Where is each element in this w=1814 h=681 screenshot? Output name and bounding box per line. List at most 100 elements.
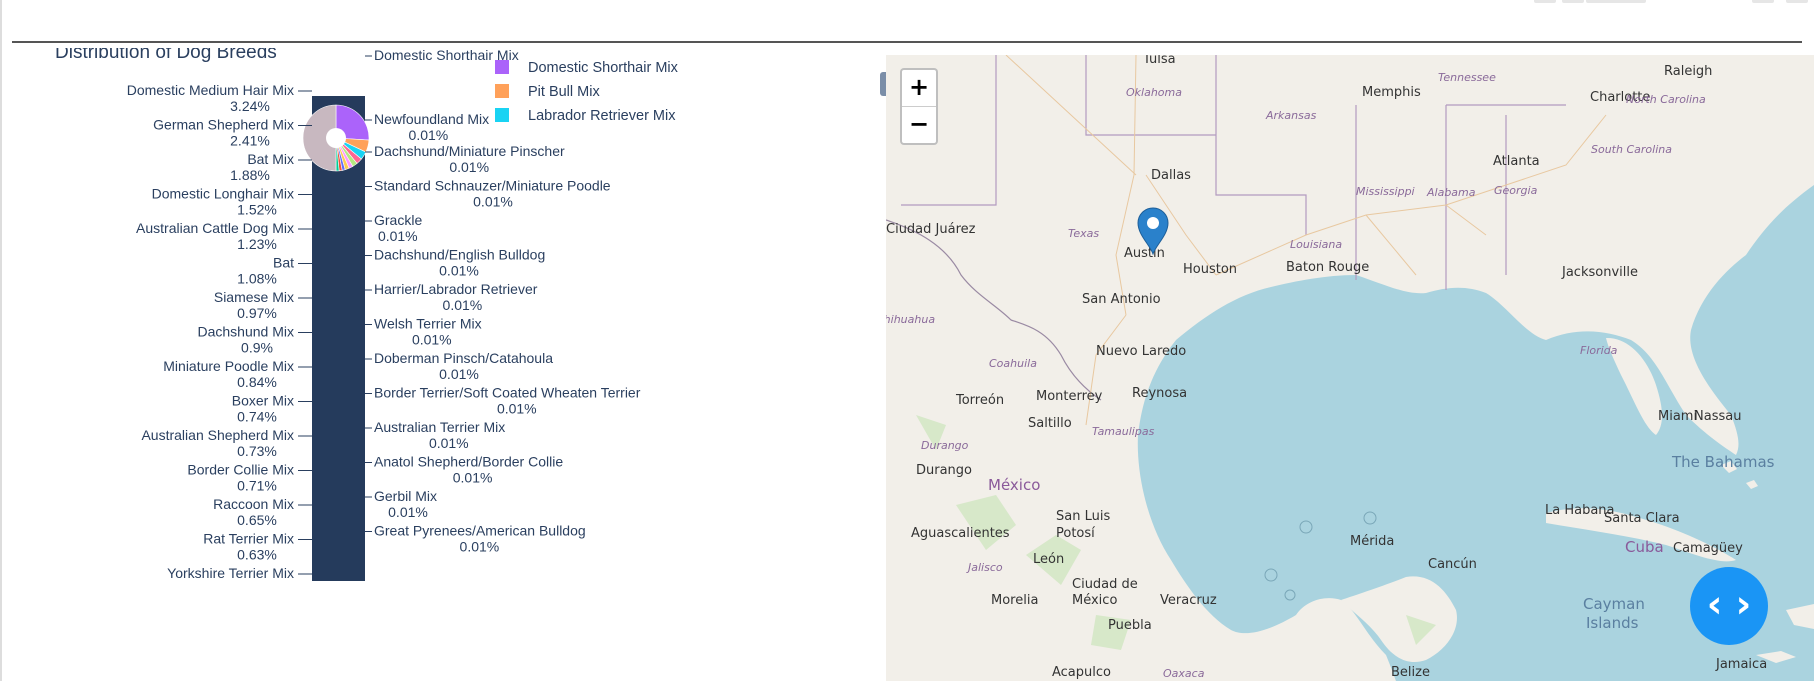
left-label-pct: 0.84% (237, 374, 277, 390)
location-marker-icon[interactable] (1136, 207, 1170, 255)
map-city-label: San Antonio (1082, 292, 1161, 307)
map-state-label: Alabama (1426, 186, 1476, 199)
left-label-name: German Shepherd Mix (153, 117, 294, 133)
map-view[interactable]: Tulsa Memphis Raleigh Charlotte Dallas Atlant… (886, 55, 1814, 681)
map-city-label: Durango (916, 463, 972, 478)
zoom-control: + − (900, 68, 938, 145)
map-city-label: Santa Clara (1604, 511, 1680, 526)
right-label-name: Dachshund/Miniature Pinscher (374, 143, 565, 159)
left-label-name: Rat Terrier Mix (203, 531, 294, 547)
top-bar (0, 0, 1814, 44)
right-label-name: Harrier/Labrador Retriever (374, 281, 538, 297)
map-state-label: Tennessee (1438, 71, 1496, 84)
right-label-pct: 0.01% (473, 194, 513, 210)
chart-title: Distribution of Dog Breeds (55, 48, 277, 63)
code-toggle-button[interactable]: ‹ › (1690, 567, 1768, 645)
pie-chart-svg: Domestic Medium Hair Mix3.24% German Shep… (127, 48, 679, 581)
left-label-name: Bat (273, 255, 294, 271)
left-label-pct: 1.52% (237, 202, 277, 218)
map-state-label: North Carolina (1626, 93, 1706, 106)
right-label-name: Gerbil Mix (374, 488, 437, 504)
map-city-label: Jacksonville (1561, 265, 1638, 280)
map-state-label: Durango (921, 439, 969, 452)
map-state-label: Arkansas (1265, 109, 1317, 122)
left-label-name: Domestic Medium Hair Mix (127, 82, 294, 98)
right-label-name: Newfoundland Mix (374, 111, 489, 127)
left-label-pct: 0.63% (237, 547, 277, 563)
legend-swatch (495, 84, 509, 98)
map-state-label: Oklahoma (1126, 86, 1182, 99)
right-label-name: Standard Schnauzer/Miniature Poodle (374, 178, 611, 194)
zoom-in-button[interactable]: + (902, 70, 936, 107)
map-city-label: Tulsa (1142, 55, 1176, 67)
right-label-pct: 0.01% (443, 297, 483, 313)
left-label-name: Domestic Longhair Mix (152, 186, 294, 202)
map-city-label: Memphis (1362, 85, 1421, 100)
right-label-name: Border Terrier/Soft Coated Wheaten Terri… (374, 385, 641, 401)
map-city-label: Baton Rouge (1286, 260, 1369, 275)
map-city-label: León (1033, 552, 1064, 567)
legend-label: Labrador Retriever Mix (528, 108, 676, 124)
map-state-label: Mississippi (1356, 185, 1415, 198)
right-label-pct: 0.01% (497, 401, 537, 417)
right-label-pct: 0.01% (388, 504, 428, 520)
left-label-pct: 1.88% (230, 167, 270, 183)
left-label-pct: 2.41% (230, 133, 270, 149)
map-city-label: Mérida (1350, 534, 1394, 549)
legend-swatch (495, 108, 509, 122)
map-state-label: Jalisco (966, 561, 1003, 574)
dog-breed-chart: Domestic Medium Hair Mix 3.24% German Shep… (2, 48, 882, 620)
map-city-label: Atlanta (1493, 154, 1540, 169)
right-label-name: Doberman Pinsch/Catahoula (374, 350, 553, 366)
map-labels: TulsaMemphisRaleighCharlotteDallasAtlant… (886, 55, 1775, 680)
zoom-out-button[interactable]: − (902, 107, 936, 143)
map-city-label: Reynosa (1132, 386, 1187, 401)
right-label-pct: 0.01% (429, 435, 469, 451)
left-label-name: Australian Shepherd Mix (141, 427, 294, 443)
map-state-label: Texas (1068, 227, 1099, 240)
map-city-label: Houston (1183, 262, 1237, 277)
map-country-label: México (988, 476, 1040, 494)
left-label-pct: 1.08% (237, 271, 277, 287)
map-city-label: Morelia (991, 593, 1038, 608)
header-divider (12, 41, 1802, 43)
map-city-label: Veracruz (1160, 593, 1217, 608)
left-label-name: Yorkshire Terrier Mix (167, 565, 294, 581)
map-city-label: San Luis (1056, 509, 1110, 524)
map-water-label: The Bahamas (1671, 453, 1775, 471)
left-label-pct: 3.24% (230, 98, 270, 114)
right-label-pct: 0.01% (439, 366, 479, 382)
legend-label: Pit Bull Mix (528, 84, 600, 100)
map-city-label: Acapulco (1052, 665, 1111, 680)
map-city-label: Nuevo Laredo (1096, 344, 1186, 359)
right-label-pct: 0.01% (453, 470, 493, 486)
map-city-label: México (1072, 593, 1117, 608)
left-label-name: Bat Mix (247, 151, 294, 167)
map-country-label: Cuba (1625, 538, 1664, 556)
map-city-label: Puebla (1108, 618, 1152, 633)
left-label-pct: 1.23% (237, 236, 277, 252)
map-city-label: Potosí (1056, 526, 1095, 541)
right-label-name: Anatol Shepherd/Border Collie (374, 454, 563, 470)
map-state-label: Tamaulipas (1092, 425, 1155, 438)
right-label-pct: 0.01% (449, 159, 489, 175)
right-label-pct: 0.01% (439, 263, 479, 279)
right-label-name: Grackle (374, 212, 422, 228)
map-city-label: Belize (1391, 665, 1430, 680)
right-label-pct: 0.01% (460, 539, 500, 555)
map-city-label: Camagüey (1673, 541, 1743, 556)
left-label-name: Raccoon Mix (213, 496, 294, 512)
map-state-label: Chihuahua (886, 313, 935, 326)
left-label-name: Border Collie Mix (187, 462, 294, 478)
map-state-label: South Carolina (1591, 143, 1672, 156)
map-water-label: Cayman (1583, 595, 1645, 613)
left-label-pct: 0.65% (237, 512, 277, 528)
map-city-label: Torreón (955, 393, 1004, 408)
map-city-label: Raleigh (1664, 64, 1712, 79)
legend-label: Domestic Shorthair Mix (528, 60, 679, 76)
left-label-pct: 0.74% (237, 409, 277, 425)
right-label-name: Welsh Terrier Mix (374, 316, 482, 332)
map-city-label: Cancún (1428, 557, 1477, 572)
map-water-label: Islands (1586, 614, 1639, 632)
left-label-name: Siamese Mix (214, 289, 294, 305)
